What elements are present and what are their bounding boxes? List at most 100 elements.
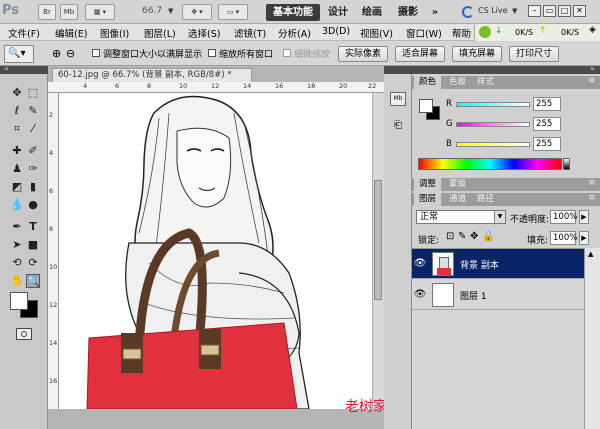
workspace-design[interactable]: 设计 xyxy=(324,4,352,21)
tab-channels[interactable]: 通道 xyxy=(444,193,471,206)
workspace-painting[interactable]: 绘画 xyxy=(358,4,386,21)
pen-tool-icon[interactable]: ✒ xyxy=(10,220,24,234)
print-size-button[interactable]: 打印尺寸 xyxy=(509,46,559,62)
color-spectrum-bar[interactable] xyxy=(418,158,562,170)
lock-transparency-icon[interactable]: ⊡ xyxy=(446,231,454,242)
marquee-tool-icon[interactable]: ⬚ xyxy=(26,86,40,100)
gradient-tool-icon[interactable]: ▮ xyxy=(26,180,40,194)
mini-bridge-panel-icon[interactable]: Mb xyxy=(390,92,406,106)
document-tab[interactable]: 60-12.jpg @ 66.7% (背景 副本, RGB/8#) * ✕ xyxy=(52,68,252,94)
panel-menu-icon[interactable]: ≡ xyxy=(588,178,596,188)
workspace-more[interactable]: » xyxy=(428,4,442,21)
history-panel-icon[interactable]: ⎗ xyxy=(390,120,406,134)
menu-help[interactable]: 帮助 xyxy=(452,26,471,40)
color-fg-swatch[interactable] xyxy=(419,99,433,113)
menu-3d[interactable]: 3D(D) xyxy=(322,26,350,37)
zoom-out-icon[interactable]: ⊖ xyxy=(66,47,75,60)
move-tool-icon[interactable]: ✥ xyxy=(10,86,24,100)
green-value[interactable]: 255 xyxy=(533,117,561,131)
green-slider[interactable] xyxy=(456,122,530,127)
zoom-tool-preset-icon[interactable]: 🔍▾ xyxy=(4,45,34,63)
menu-view[interactable]: 视图(V) xyxy=(360,26,393,40)
crop-tool-icon[interactable]: ⌗ xyxy=(10,122,24,136)
workspace-essentials[interactable]: 基本功能 xyxy=(266,4,320,21)
menu-edit[interactable]: 编辑(E) xyxy=(55,26,87,40)
hand-tool-icon[interactable]: ✋ xyxy=(10,274,24,288)
collapse-right-icon[interactable]: » xyxy=(590,64,595,73)
fill-arrow-icon[interactable]: ▶ xyxy=(579,231,589,245)
quick-mask-icon[interactable] xyxy=(16,328,32,340)
maximize-button[interactable]: □ xyxy=(558,5,571,17)
layers-scrollbar[interactable]: ▲ xyxy=(584,248,600,429)
zoom-dropdown-icon[interactable]: ▼ xyxy=(168,7,173,15)
blue-value[interactable]: 255 xyxy=(533,137,561,151)
collapse-left-icon[interactable]: « xyxy=(4,64,9,73)
tab-paths[interactable]: 路径 xyxy=(472,193,499,206)
fit-screen-button[interactable]: 适合屏幕 xyxy=(395,46,445,62)
foreground-color-swatch[interactable] xyxy=(10,292,28,310)
opacity-arrow-icon[interactable]: ▶ xyxy=(579,210,589,224)
blur-tool-icon[interactable]: 💧 xyxy=(10,198,24,212)
red-slider[interactable] xyxy=(456,102,530,107)
cslive-dropdown-icon[interactable]: ▼ xyxy=(512,7,517,15)
panel-menu-icon[interactable]: ≡ xyxy=(588,76,596,86)
eye-icon[interactable]: 👁 xyxy=(412,249,428,279)
mini-bridge-button[interactable]: Mb xyxy=(60,4,78,20)
healing-brush-tool-icon[interactable]: ✚ xyxy=(10,144,24,158)
restore-button[interactable]: ▭ xyxy=(543,5,556,17)
tab-swatches[interactable]: 色板 xyxy=(444,76,471,89)
zoom-tool-icon[interactable]: 🔍 xyxy=(26,274,41,288)
tab-styles[interactable]: 样式 xyxy=(472,76,499,89)
chevron-down-icon[interactable]: ▼ xyxy=(494,211,505,223)
eye-icon[interactable]: 👁 xyxy=(412,280,428,310)
scroll-up-icon[interactable]: ▲ xyxy=(588,250,593,258)
menu-window[interactable]: 窗口(W) xyxy=(406,26,442,40)
path-select-tool-icon[interactable]: ➤ xyxy=(10,238,24,252)
resize-windows-checkbox[interactable] xyxy=(92,49,100,57)
tab-color[interactable]: 颜色 xyxy=(414,76,442,89)
zoom-level[interactable]: 66.7 xyxy=(142,6,162,16)
history-brush-tool-icon[interactable]: ✑ xyxy=(26,162,40,176)
cslive-label[interactable]: CS Live xyxy=(478,6,508,15)
lock-all-icon[interactable]: 🔒 xyxy=(482,231,494,242)
dodge-tool-icon[interactable]: ● xyxy=(26,198,40,212)
layer-row-background-copy[interactable]: 👁 背景 副本 xyxy=(412,249,584,279)
clone-stamp-tool-icon[interactable]: ♟ xyxy=(10,162,24,176)
arrange-documents-button[interactable]: ✥ ▾ xyxy=(182,4,212,20)
spectrum-white-black[interactable] xyxy=(563,158,570,170)
panel-menu-icon[interactable]: ≡ xyxy=(588,193,596,203)
lock-position-icon[interactable]: ✥ xyxy=(470,231,478,242)
opacity-value[interactable]: 100% xyxy=(550,210,577,224)
lasso-tool-icon[interactable]: ℓ xyxy=(10,104,24,118)
close-button[interactable]: ✕ xyxy=(573,5,586,17)
workspace-photography[interactable]: 摄影 xyxy=(394,4,422,21)
menu-analysis[interactable]: 分析(A) xyxy=(278,26,311,40)
menu-filter[interactable]: 滤镜(T) xyxy=(234,26,266,40)
view-extras-button[interactable]: ▦ ▾ xyxy=(85,4,115,20)
quick-select-tool-icon[interactable]: ✎ xyxy=(26,104,40,118)
zoom-in-icon[interactable]: ⊕ xyxy=(52,47,61,60)
tab-masks[interactable]: 蒙版 xyxy=(444,178,471,191)
bridge-button[interactable]: Br xyxy=(38,4,56,20)
lock-pixels-icon[interactable]: ✎ xyxy=(458,231,466,242)
layer-row-layer-1[interactable]: 👁 图层 1 xyxy=(412,280,584,310)
image-canvas[interactable] xyxy=(59,93,372,409)
network-menu-icon[interactable]: ◈ xyxy=(589,25,596,35)
fill-screen-button[interactable]: 填充屏幕 xyxy=(452,46,502,62)
menu-layer[interactable]: 图层(L) xyxy=(144,26,176,40)
cslive-icon[interactable] xyxy=(462,6,474,18)
blend-mode-select[interactable]: 正常 ▼ xyxy=(416,210,506,224)
zoom-all-windows-checkbox[interactable] xyxy=(208,49,216,57)
blue-slider[interactable] xyxy=(456,142,530,147)
eyedropper-tool-icon[interactable]: ⁄ xyxy=(26,122,40,136)
menu-image[interactable]: 图像(I) xyxy=(100,26,129,40)
type-tool-icon[interactable]: T xyxy=(26,220,40,234)
3d-orbit-tool-icon[interactable]: ⟳ xyxy=(26,256,40,270)
menu-file[interactable]: 文件(F) xyxy=(8,26,40,40)
scrubby-zoom-checkbox[interactable] xyxy=(283,49,291,57)
fill-value[interactable]: 100% xyxy=(550,231,577,245)
red-value[interactable]: 255 xyxy=(533,97,561,111)
menu-select[interactable]: 选择(S) xyxy=(188,26,220,40)
eraser-tool-icon[interactable]: ◩ xyxy=(10,180,24,194)
3d-rotate-tool-icon[interactable]: ⟲ xyxy=(10,256,24,270)
